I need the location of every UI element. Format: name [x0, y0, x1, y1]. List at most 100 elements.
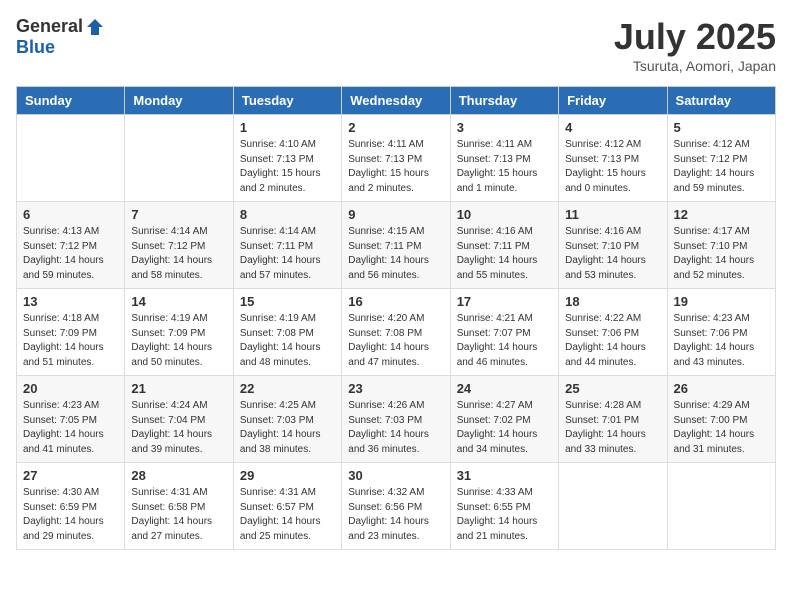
day-cell: 9Sunrise: 4:15 AM Sunset: 7:11 PM Daylig…: [342, 202, 450, 289]
day-number: 24: [457, 381, 552, 396]
day-info: Sunrise: 4:24 AM Sunset: 7:04 PM Dayligh…: [131, 399, 226, 457]
day-info: Sunrise: 4:19 AM Sunset: 7:08 PM Dayligh…: [240, 312, 335, 370]
day-cell: 15 Sunrise: 4:19 AM Sunset: 7:08 PM Dayli…: [233, 289, 341, 376]
day-number: 3: [457, 120, 552, 135]
day-number: 25: [565, 381, 660, 396]
day-number: 10: [457, 207, 552, 222]
day-number: 31: [457, 468, 552, 483]
day-number: 1: [240, 120, 335, 135]
day-info: Sunrise: 4:17 AM Sunset: 7:10 PM Dayligh…: [674, 225, 769, 283]
day-cell: 7 Sunrise: 4:14 AM Sunset: 7:12 PM Daylig…: [125, 202, 233, 289]
day-info: Sunrise: 4:18 AM Sunset: 7:09 PM Dayligh…: [23, 312, 118, 370]
day-info: Sunrise: 4:21 AM Sunset: 7:07 PM Dayligh…: [457, 312, 552, 370]
day-number: 2: [348, 120, 443, 135]
day-info: Sunrise: 4:28 AM Sunset: 7:01 PM Dayligh…: [565, 399, 660, 457]
day-info: Sunrise: 4:12 AM Sunset: 7:12 PM Dayligh…: [674, 138, 769, 196]
day-number: 19: [674, 294, 769, 309]
day-cell: 4 Sunrise: 4:12 AM Sunset: 7:13 PM Daylig…: [559, 115, 667, 202]
day-number: 29: [240, 468, 335, 483]
week-row-2: 13Sunrise: 4:18 AM Sunset: 7:09 PM Dayli…: [17, 289, 776, 376]
day-cell: 18Sunrise: 4:22 AM Sunset: 7:06 PM Dayli…: [559, 289, 667, 376]
page-header: General Blue July 2025 Tsuruta, Aomori, …: [16, 16, 776, 74]
title-area: July 2025 Tsuruta, Aomori, Japan: [614, 16, 776, 74]
day-cell: 24 Sunrise: 4:27 AM Sunset: 7:02 PM Dayli…: [450, 376, 558, 463]
day-info: Sunrise: 4:29 AM Sunset: 7:00 PM Dayligh…: [674, 399, 769, 457]
day-number: 11: [565, 207, 660, 222]
location: Tsuruta, Aomori, Japan: [614, 58, 776, 74]
day-info: Sunrise: 4:30 AM Sunset: 6:59 PM Dayligh…: [23, 486, 118, 544]
day-number: 28: [131, 468, 226, 483]
header-friday: Friday: [559, 87, 667, 115]
day-number: 12: [674, 207, 769, 222]
day-cell: 30Sunrise: 4:32 AM Sunset: 6:56 PM Dayli…: [342, 463, 450, 550]
month-title: July 2025: [614, 16, 776, 58]
day-cell: 31 Sunrise: 4:33 AM Sunset: 6:55 PM Dayli…: [450, 463, 558, 550]
day-info: Sunrise: 4:11 AM Sunset: 7:13 PM Dayligh…: [457, 138, 552, 196]
day-number: 8: [240, 207, 335, 222]
day-number: 6: [23, 207, 118, 222]
day-number: 4: [565, 120, 660, 135]
day-cell: 29 Sunrise: 4:31 AM Sunset: 6:57 PM Dayli…: [233, 463, 341, 550]
logo-blue: Blue: [16, 37, 55, 58]
day-info: Sunrise: 4:14 AM Sunset: 7:12 PM Dayligh…: [131, 225, 226, 283]
logo-general: General: [16, 16, 83, 37]
day-cell: 28 Sunrise: 4:31 AM Sunset: 6:58 PM Dayli…: [125, 463, 233, 550]
day-cell: 12 Sunrise: 4:17 AM Sunset: 7:10 PM Dayli…: [667, 202, 775, 289]
day-cell: 10 Sunrise: 4:16 AM Sunset: 7:11 PM Dayli…: [450, 202, 558, 289]
day-cell: [125, 115, 233, 202]
header-thursday: Thursday: [450, 87, 558, 115]
day-cell: 19 Sunrise: 4:23 AM Sunset: 7:06 PM Dayli…: [667, 289, 775, 376]
day-number: 30: [348, 468, 443, 483]
day-info: Sunrise: 4:31 AM Sunset: 6:57 PM Dayligh…: [240, 486, 335, 544]
header-monday: Monday: [125, 87, 233, 115]
day-number: 5: [674, 120, 769, 135]
week-row-4: 27 Sunrise: 4:30 AM Sunset: 6:59 PM Dayli…: [17, 463, 776, 550]
day-info: Sunrise: 4:12 AM Sunset: 7:13 PM Dayligh…: [565, 138, 660, 196]
day-info: Sunrise: 4:33 AM Sunset: 6:55 PM Dayligh…: [457, 486, 552, 544]
day-info: Sunrise: 4:25 AM Sunset: 7:03 PM Dayligh…: [240, 399, 335, 457]
day-cell: 22 Sunrise: 4:25 AM Sunset: 7:03 PM Dayli…: [233, 376, 341, 463]
day-info: Sunrise: 4:20 AM Sunset: 7:08 PM Dayligh…: [348, 312, 443, 370]
day-info: Sunrise: 4:23 AM Sunset: 7:06 PM Dayligh…: [674, 312, 769, 370]
header-sunday: Sunday: [17, 87, 125, 115]
day-info: Sunrise: 4:26 AM Sunset: 7:03 PM Dayligh…: [348, 399, 443, 457]
day-cell: 25 Sunrise: 4:28 AM Sunset: 7:01 PM Dayli…: [559, 376, 667, 463]
day-cell: 20 Sunrise: 4:23 AM Sunset: 7:05 PM Dayli…: [17, 376, 125, 463]
day-number: 18: [565, 294, 660, 309]
day-info: Sunrise: 4:31 AM Sunset: 6:58 PM Dayligh…: [131, 486, 226, 544]
day-number: 17: [457, 294, 552, 309]
day-info: Sunrise: 4:27 AM Sunset: 7:02 PM Dayligh…: [457, 399, 552, 457]
day-cell: 21Sunrise: 4:24 AM Sunset: 7:04 PM Dayli…: [125, 376, 233, 463]
day-number: 26: [674, 381, 769, 396]
day-info: Sunrise: 4:15 AM Sunset: 7:11 PM Dayligh…: [348, 225, 443, 283]
week-row-3: 20 Sunrise: 4:23 AM Sunset: 7:05 PM Dayli…: [17, 376, 776, 463]
day-number: 20: [23, 381, 118, 396]
day-cell: 11 Sunrise: 4:16 AM Sunset: 7:10 PM Dayli…: [559, 202, 667, 289]
day-number: 27: [23, 468, 118, 483]
day-info: Sunrise: 4:16 AM Sunset: 7:10 PM Dayligh…: [565, 225, 660, 283]
day-cell: 17 Sunrise: 4:21 AM Sunset: 7:07 PM Dayli…: [450, 289, 558, 376]
day-cell: 8 Sunrise: 4:14 AM Sunset: 7:11 PM Daylig…: [233, 202, 341, 289]
day-info: Sunrise: 4:23 AM Sunset: 7:05 PM Dayligh…: [23, 399, 118, 457]
day-cell: 13Sunrise: 4:18 AM Sunset: 7:09 PM Dayli…: [17, 289, 125, 376]
day-cell: 26 Sunrise: 4:29 AM Sunset: 7:00 PM Dayli…: [667, 376, 775, 463]
day-info: Sunrise: 4:14 AM Sunset: 7:11 PM Dayligh…: [240, 225, 335, 283]
day-cell: 5 Sunrise: 4:12 AM Sunset: 7:12 PM Daylig…: [667, 115, 775, 202]
day-info: Sunrise: 4:19 AM Sunset: 7:09 PM Dayligh…: [131, 312, 226, 370]
logo: General Blue: [16, 16, 105, 58]
day-cell: [667, 463, 775, 550]
header-saturday: Saturday: [667, 87, 775, 115]
day-cell: [559, 463, 667, 550]
day-cell: 23 Sunrise: 4:26 AM Sunset: 7:03 PM Dayli…: [342, 376, 450, 463]
day-number: 7: [131, 207, 226, 222]
day-number: 23: [348, 381, 443, 396]
day-number: 15: [240, 294, 335, 309]
day-number: 22: [240, 381, 335, 396]
week-row-1: 6Sunrise: 4:13 AM Sunset: 7:12 PM Daylig…: [17, 202, 776, 289]
day-info: Sunrise: 4:16 AM Sunset: 7:11 PM Dayligh…: [457, 225, 552, 283]
header-tuesday: Tuesday: [233, 87, 341, 115]
day-info: Sunrise: 4:11 AM Sunset: 7:13 PM Dayligh…: [348, 138, 443, 196]
calendar-table: SundayMondayTuesdayWednesdayThursdayFrid…: [16, 86, 776, 550]
day-cell: 27 Sunrise: 4:30 AM Sunset: 6:59 PM Dayli…: [17, 463, 125, 550]
day-number: 16: [348, 294, 443, 309]
